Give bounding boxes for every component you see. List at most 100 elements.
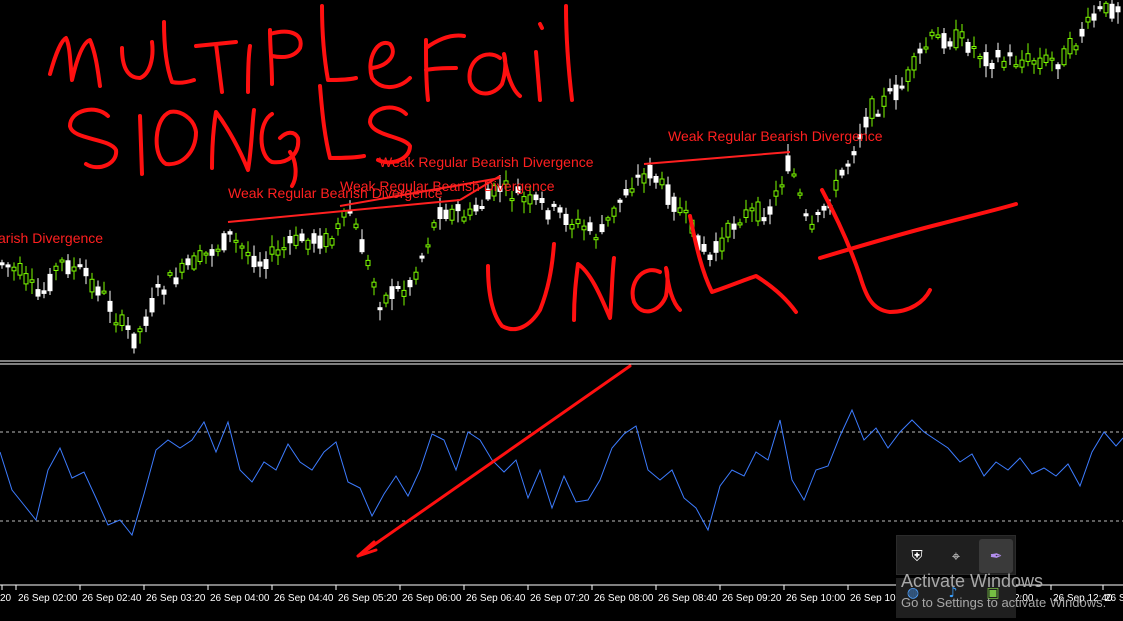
candle-body [641, 173, 647, 184]
candle-body [683, 209, 689, 214]
candle-body [413, 271, 419, 280]
candle-body [971, 46, 977, 49]
candle-body [653, 176, 659, 183]
divergence-label: Weak Regular Bearish Divergence [340, 178, 555, 194]
candle-body [419, 255, 425, 259]
candle-body [821, 205, 827, 211]
candle-body [809, 223, 815, 230]
candle-body [467, 208, 473, 216]
candle-body [845, 163, 851, 167]
candle-body [521, 196, 527, 203]
handwritten-annotations [48, 4, 1018, 558]
candle-body [533, 194, 539, 201]
candle-body [1097, 6, 1103, 10]
candle-body [557, 207, 563, 213]
candle-body [761, 217, 767, 222]
time-tick-label: 26 Sep 02:00 [18, 593, 78, 604]
candle-body [707, 254, 713, 261]
candle-body [287, 236, 293, 244]
candle-body [755, 201, 761, 222]
candle-body [815, 212, 821, 215]
candle-body [527, 194, 533, 205]
candle-body [863, 116, 869, 128]
candle-body [293, 234, 299, 246]
candle-body [203, 252, 209, 256]
time-tick-label: 26 S [1105, 593, 1123, 604]
chart-area: arish Divergence Weak Regular Bearish Div… [0, 0, 1123, 604]
candle-body [431, 222, 437, 228]
candle-body [899, 85, 905, 89]
candle-body [395, 286, 401, 289]
candle-body [719, 237, 725, 252]
candle-body [773, 190, 779, 197]
candle-body [479, 206, 485, 209]
candle-body [137, 328, 143, 333]
price-candles [0, 0, 1121, 354]
candle-body [737, 222, 743, 226]
feather-icon[interactable]: ✒ [979, 539, 1013, 573]
candle-body [959, 31, 965, 39]
time-tick-label: 26 Sep 08:40 [658, 593, 718, 604]
candle-body [1049, 57, 1055, 61]
candle-body [803, 213, 809, 217]
candle-body [221, 233, 227, 251]
candle-body [263, 259, 269, 270]
candle-body [551, 203, 557, 207]
candle-body [785, 155, 791, 172]
candle-body [29, 279, 35, 283]
candle-body [593, 237, 599, 241]
candle-body [1007, 52, 1013, 57]
candle-body [305, 239, 311, 250]
candle-body [1073, 45, 1079, 51]
candle-body [11, 266, 17, 272]
handwriting-arrow [356, 364, 632, 558]
candle-body [143, 316, 149, 326]
candle-body [71, 266, 77, 272]
handwriting-multiple [48, 4, 412, 94]
candle-body [581, 225, 587, 231]
candle-body [935, 34, 941, 38]
candle-body [65, 260, 71, 275]
candle-body [623, 189, 629, 196]
candle-body [881, 95, 887, 107]
activate-windows-subtitle: Go to Settings to activate Windows. [901, 595, 1107, 610]
candle-body [875, 113, 881, 117]
candle-body [713, 241, 719, 253]
time-tick-label: 26 Sep 06:00 [402, 593, 462, 604]
candle-body [887, 88, 893, 92]
time-tick-label: 26 Sep 10:00 [786, 593, 846, 604]
candle-body [275, 249, 281, 256]
candle-body [677, 207, 683, 214]
candle-body [173, 277, 179, 285]
candle-body [989, 63, 995, 69]
candle-body [743, 209, 749, 218]
candle-body [371, 281, 377, 288]
candle-body [443, 209, 449, 219]
mouse-icon[interactable]: ⌖ [945, 545, 967, 567]
candle-body [383, 294, 389, 304]
shield-warning-icon[interactable]: ⛨ [906, 545, 928, 567]
candle-body [209, 249, 215, 256]
time-tick-label: 26 Sep 04:40 [274, 593, 334, 604]
candle-body [227, 231, 233, 235]
candle-body [149, 298, 155, 313]
candle-body [53, 265, 59, 272]
candle-body [101, 290, 107, 294]
candle-body [23, 273, 29, 285]
candle-body [59, 259, 65, 263]
oscillator-line [0, 408, 1123, 537]
candle-body [599, 224, 605, 233]
candle-body [281, 247, 287, 251]
candle-body [629, 188, 635, 193]
candle-body [509, 198, 515, 202]
candle-body [893, 84, 899, 101]
candle-body [353, 223, 359, 229]
candle-body [245, 251, 251, 257]
candle-body [269, 246, 275, 255]
candle-body [359, 239, 365, 253]
time-tick-label: 26 Sep 02:40 [82, 593, 142, 604]
candle-body [185, 258, 191, 266]
candle-body [1067, 38, 1073, 55]
candle-body [1025, 53, 1031, 62]
handwriting-signature [818, 188, 1018, 314]
